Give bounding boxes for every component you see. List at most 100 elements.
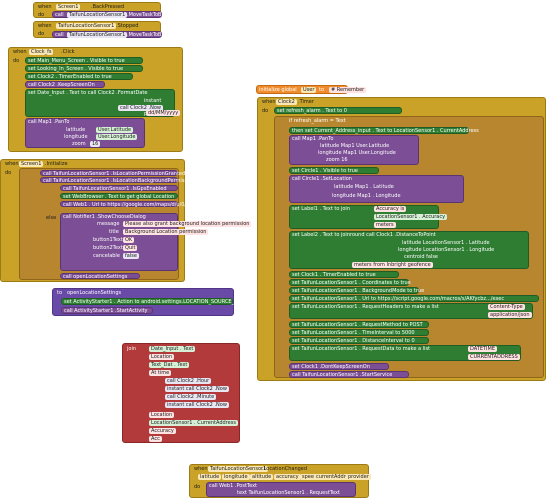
location-changed-event[interactable]: when TaifunLocationSensor1 .LocationChan… xyxy=(189,464,371,498)
set-refresh-alarm[interactable]: set refresh_alarm . Text to 0 xyxy=(274,107,402,114)
do-label: do xyxy=(5,170,12,176)
web-url-call[interactable]: call Web1 . Url to https://google.com/ma… xyxy=(60,201,191,208)
meters-chip[interactable]: meters xyxy=(374,222,396,228)
start-activity[interactable]: call ActivityStarter1 .StartActivity xyxy=(61,307,153,314)
value-chip[interactable]: # Remember xyxy=(329,87,367,93)
zoom-chip[interactable]: 16 xyxy=(90,141,101,147)
content-type-chip[interactable]: Content-Type xyxy=(488,304,525,310)
do-label: do xyxy=(38,31,45,37)
component-chip[interactable]: Clock_fs xyxy=(29,49,54,55)
open-settings-call[interactable]: call openLocationSettings xyxy=(60,273,140,280)
when-label: when xyxy=(262,99,276,105)
procedure-name: openLocationSettings xyxy=(67,290,122,296)
address-chip[interactable]: CURRENTADDRESS xyxy=(468,354,520,360)
gps-enabled-call[interactable]: call TaifunLocationSensor1 .IsGpsEnabled xyxy=(60,185,178,192)
message-chip[interactable]: Please also grant background location pe… xyxy=(123,221,252,227)
set-request-headers[interactable]: set TaifunLocationSensor1 . RequestHeade… xyxy=(289,303,533,319)
component-chip[interactable]: Clock2 xyxy=(276,99,297,105)
post-text-call[interactable]: call Web1 .PostText text TaifunLocationS… xyxy=(206,482,356,497)
back-pressed-event[interactable]: when Screen1 .BackPressed do call Taifun… xyxy=(33,2,170,18)
set-label1[interactable]: set Label1 . Text to join Accuracy is Lo… xyxy=(289,205,448,229)
name-chip[interactable]: User xyxy=(301,87,317,93)
join-item[interactable]: Accuracy xyxy=(149,428,176,434)
dont-keep-screen-on[interactable]: set Clock1 .DontKeepScreenOn xyxy=(289,363,389,370)
set-current-address[interactable]: then set Current_Address_input . Text to… xyxy=(289,127,479,134)
param-chip[interactable]: altitude xyxy=(250,474,274,480)
join-item[interactable]: call Clock2 .Hour xyxy=(165,378,212,384)
join-item[interactable]: At time xyxy=(149,370,172,376)
component-chip[interactable]: TaifunLocationSensor1 xyxy=(56,23,117,29)
pattern-chip[interactable]: dd/MM/yyyy xyxy=(146,110,181,116)
map-panto-2[interactable]: call Map1 .PanTo latitude Map1 User.Lati… xyxy=(289,135,419,165)
set-distance-interval[interactable]: set TaifunLocationSensor1 . DistanceInte… xyxy=(289,337,429,344)
target-chip[interactable]: TaifunLocationSensor1 xyxy=(67,32,128,38)
component-chip[interactable]: Screen1 xyxy=(19,161,44,167)
initialize-event[interactable]: when Screen1 .Initialize do call TaifunL… xyxy=(0,159,252,282)
set-action[interactable]: set ActivityStarter1 . Action to android… xyxy=(61,298,259,305)
stopped-call-block[interactable]: call TaifunLocationSensor1 .MoveTaskToBa… xyxy=(52,31,170,38)
set-time-interval[interactable]: set TaifunLocationSensor1 . TimeInterval… xyxy=(289,329,429,336)
longitude-label: longitude xyxy=(64,134,88,140)
component-chip[interactable]: TaifunLocationSensor1 xyxy=(208,466,269,472)
latitude-chip[interactable]: User.Latitude xyxy=(96,127,134,133)
set-request-data[interactable]: set TaifunLocationSensor1 . RequestData … xyxy=(289,345,521,361)
join-block[interactable]: join Date_Input . Text Location Text_Dat… xyxy=(122,343,240,443)
set-timer-enabled[interactable]: set Clock2 . TimerEnabled to true xyxy=(25,73,133,80)
set-coordinates[interactable]: set TaifunLocationSensor1 . Coordinates … xyxy=(289,279,411,286)
join-item[interactable]: call Clock2 .Minute xyxy=(165,394,217,400)
keep-screen-on[interactable]: call Clock2 .KeepScreenOn xyxy=(25,81,105,88)
set-webbrowser[interactable]: set WebBrowser . Text to get global Loca… xyxy=(60,193,178,200)
json-chip[interactable]: application/json xyxy=(488,312,532,318)
set-clock1-timer[interactable]: set Clock1 . TimerEnabled to true xyxy=(289,271,399,278)
clock2-timer-event[interactable]: when Clock2 .Timer do set refresh_alarm … xyxy=(257,97,546,381)
open-location-settings-procedure[interactable]: to openLocationSettings set ActivityStar… xyxy=(52,288,259,316)
longitude-line: longitude Map1 . Longitude xyxy=(332,193,401,199)
join-item[interactable]: Acc xyxy=(149,436,162,442)
background-permission-call[interactable]: call TaifunLocationSensor1 .IsLocationBa… xyxy=(40,177,215,184)
start-service[interactable]: call TaifunLocationSensor1 .StartService xyxy=(289,371,409,378)
button2-chip[interactable]: Quit xyxy=(123,245,138,251)
if-permissions[interactable]: call TaifunLocationSensor1 .IsLocationPe… xyxy=(19,168,252,280)
set-url[interactable]: set TaifunLocationSensor1 . Url to https… xyxy=(289,295,539,302)
back-call-block[interactable]: call TaifunLocationSensor1 .MoveTaskToBa… xyxy=(52,11,170,18)
clock-fs-event[interactable]: when Clock_fs .Click do set Main_Menu_Sc… xyxy=(8,47,183,152)
button1-chip[interactable]: OK xyxy=(123,237,135,243)
target-chip[interactable]: TaifunLocationSensor1 xyxy=(67,12,128,18)
line-text: set refresh_alarm . Text to 0 xyxy=(277,108,347,114)
cancelable-chip[interactable]: false xyxy=(123,253,139,259)
accuracy-getter[interactable]: LocationSensor1 . Accuracy xyxy=(374,214,448,220)
join-item[interactable]: Location xyxy=(149,354,175,360)
join-item[interactable]: Date_Input . Text xyxy=(149,346,196,352)
line-text: set TaifunLocationSensor1 . RequestData … xyxy=(292,346,431,352)
param-chip[interactable]: provider xyxy=(346,474,371,480)
if-refresh[interactable]: if refresh_alarm = Text then set Current… xyxy=(274,116,544,378)
circle-set-location[interactable]: call Circle1 .SetLocation latitude Map1 … xyxy=(289,175,464,203)
longitude-line: longitude Map1 User.Longitude xyxy=(318,150,396,156)
join-item[interactable]: LocationSensor1 . CurrentAddress xyxy=(149,420,238,426)
set-background-mode[interactable]: set TaifunLocationSensor1 . BackgroundMo… xyxy=(289,287,424,294)
permission-call[interactable]: call TaifunLocationSensor1 .IsLocationPe… xyxy=(40,170,185,177)
set-visible-2[interactable]: set Looking_In_Screen . Visible to true xyxy=(25,65,143,72)
geofence-chip[interactable]: meters from Inbright geofence xyxy=(352,262,433,268)
join-item[interactable]: instant call Clock2 .Now xyxy=(165,386,229,392)
param-chip[interactable]: accuracy xyxy=(274,474,301,480)
stopped-event[interactable]: when TaifunLocationSensor1 .Stopped do c… xyxy=(33,21,170,38)
set-label2[interactable]: set Label2 . Text to join round call Clo… xyxy=(289,231,529,269)
join-item[interactable]: Location xyxy=(149,412,175,418)
call-label: call xyxy=(55,12,64,18)
global-user-block[interactable]: initialize global User to # Remember xyxy=(256,85,367,94)
set-visible-1[interactable]: set Main_Menu_Screen . Visible to true xyxy=(25,57,143,64)
join-item[interactable]: Text_Dat . Text xyxy=(149,362,190,368)
set-circle-visible[interactable]: set Circle1 . Visible to true xyxy=(289,167,379,174)
datetime-chip[interactable]: DATETIME xyxy=(468,346,498,352)
accuracy-text-chip[interactable]: Accuracy is xyxy=(374,206,407,212)
longitude-chip[interactable]: User.Longitude xyxy=(96,134,138,140)
param-chip[interactable]: latitude xyxy=(198,474,222,480)
map-panto[interactable]: call Map1 .PanTo latitude User.Latitude … xyxy=(25,118,145,148)
title-chip[interactable]: Background Location permission xyxy=(123,229,209,235)
notifier-dialog[interactable]: call Notifier1 .ShowChooseDialog message… xyxy=(60,213,252,271)
component-chip[interactable]: Screen1 xyxy=(56,4,81,10)
set-request-method[interactable]: set TaifunLocationSensor1 . RequestMetho… xyxy=(289,321,429,328)
join-item[interactable]: instant call Clock2 .Now xyxy=(165,402,229,408)
param-chip[interactable]: longitude xyxy=(222,474,250,480)
